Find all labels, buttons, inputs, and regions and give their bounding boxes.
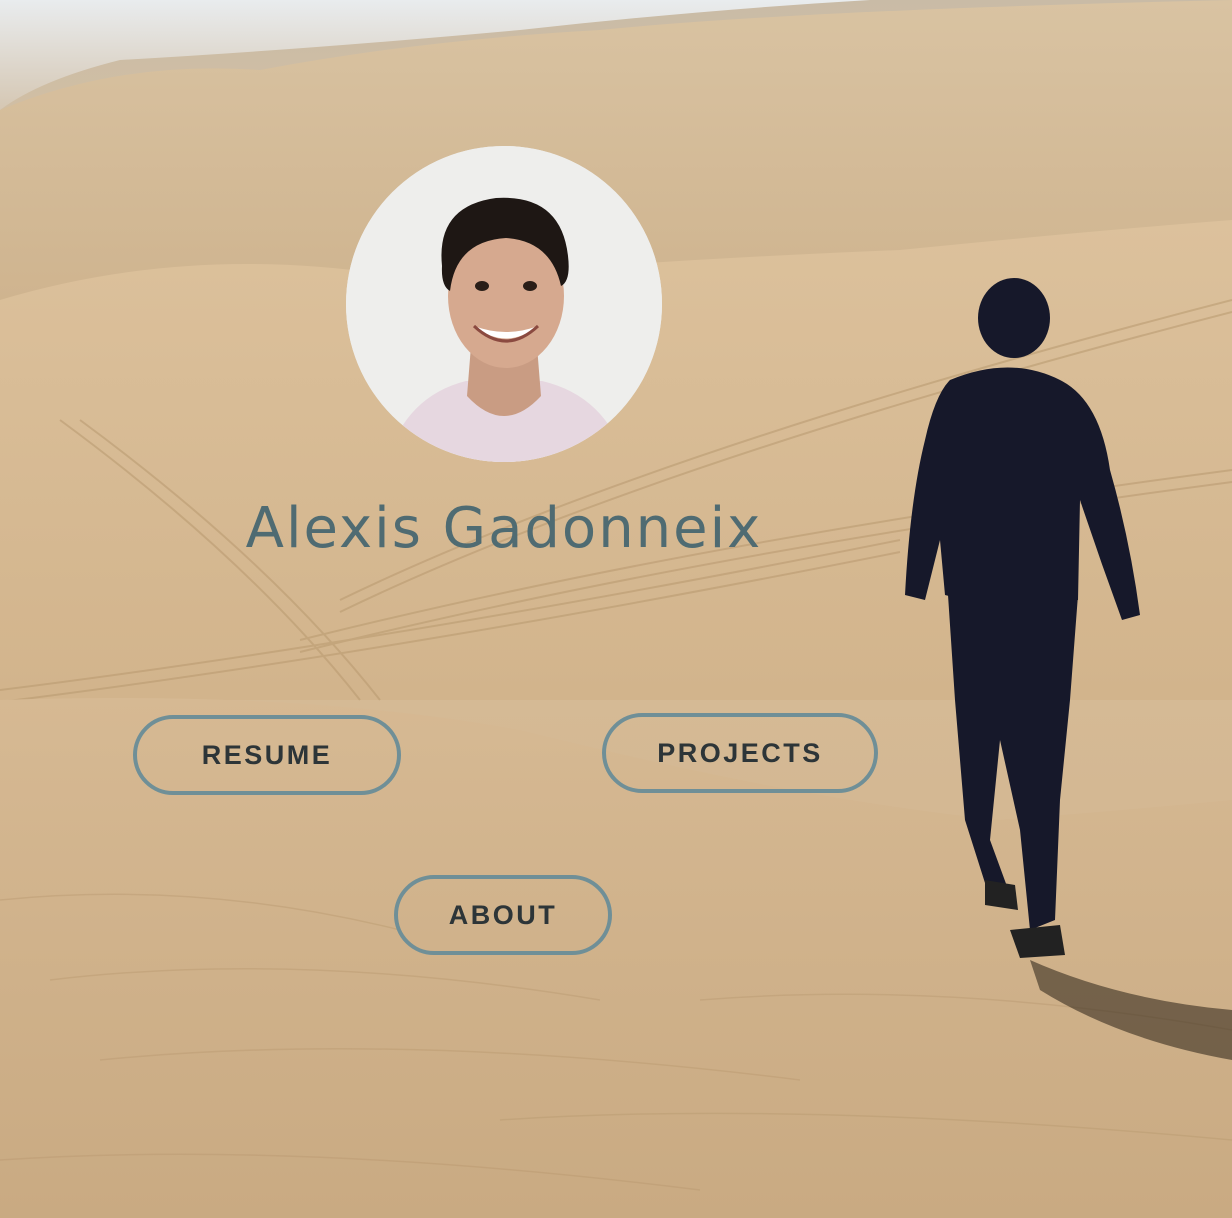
desert-scene: [0, 0, 1232, 1218]
avatar: [346, 146, 662, 462]
resume-button[interactable]: RESUME: [133, 715, 401, 795]
profile-name: Alexis Gadonneix: [245, 496, 763, 561]
background-photo: [0, 0, 1232, 1218]
projects-button[interactable]: PROJECTS: [602, 713, 878, 793]
about-button[interactable]: ABOUT: [394, 875, 612, 955]
profile-photo: [346, 146, 662, 462]
